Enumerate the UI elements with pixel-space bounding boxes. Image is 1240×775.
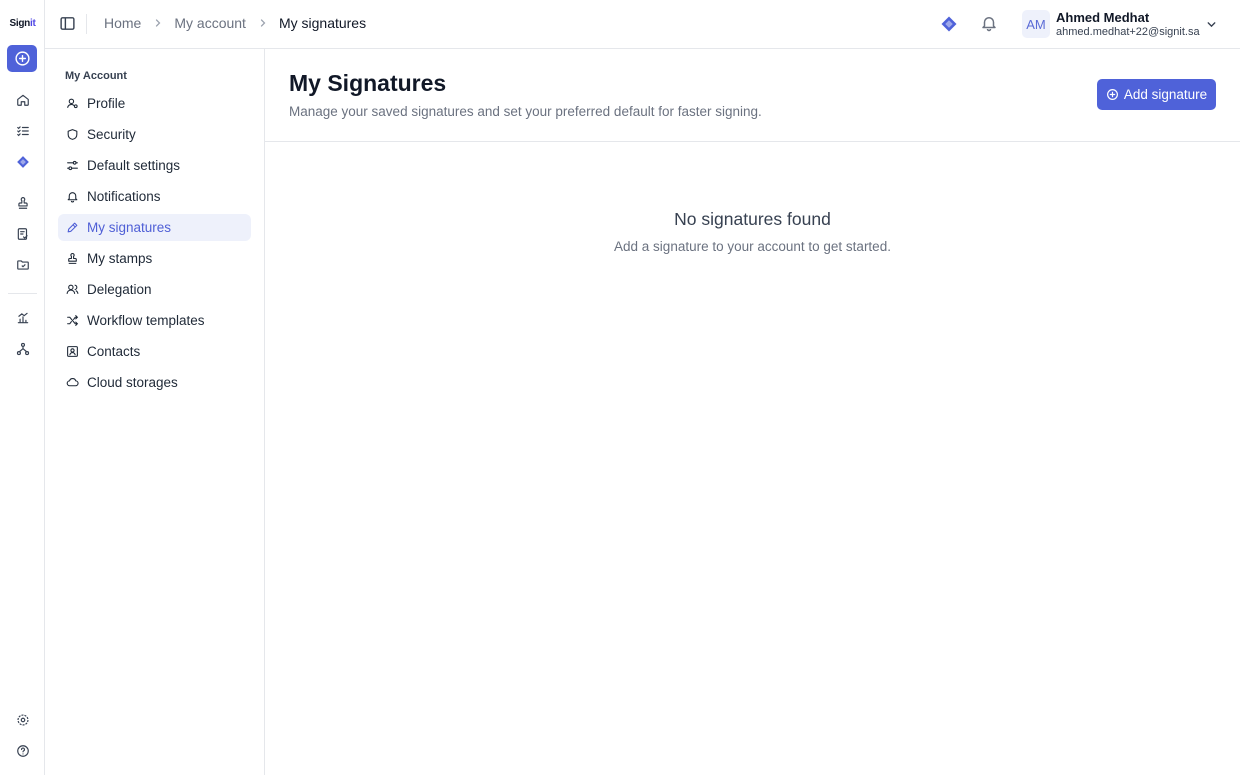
- rail-folders[interactable]: [0, 251, 45, 279]
- sidebar-item-delegation[interactable]: Delegation: [58, 276, 251, 303]
- sidebar-item-profile[interactable]: Profile: [58, 90, 251, 117]
- logo-text: Sign: [9, 17, 31, 29]
- folder-check-icon: [16, 260, 29, 270]
- account-sidebar: My Account Profile Security Default sett…: [45, 49, 265, 775]
- top-bar: Home My account My signatures AM Ahmed M…: [45, 0, 1240, 49]
- pen-icon: [67, 222, 78, 233]
- breadcrumb: Home My account My signatures: [104, 15, 366, 31]
- plus-circle-icon: [1106, 89, 1118, 100]
- sidebar-item-label: Contacts: [87, 344, 141, 359]
- cloud-icon: [66, 378, 79, 387]
- shield-icon: [67, 129, 78, 140]
- rail-tasks[interactable]: [0, 117, 45, 145]
- sidebar-item-notifications[interactable]: Notifications: [58, 183, 251, 210]
- sidebar-item-default-settings[interactable]: Default settings: [58, 152, 251, 179]
- sidebar-item-label: Delegation: [87, 282, 152, 297]
- user-email: ahmed.medhat+22@signit.sa: [1056, 26, 1200, 38]
- sidebar-item-workflow-templates[interactable]: Workflow templates: [58, 307, 251, 334]
- plus-circle-icon: [14, 51, 30, 66]
- main-content: My Signatures Manage your saved signatur…: [265, 49, 1240, 775]
- sidebar-item-my-stamps[interactable]: My stamps: [58, 245, 251, 272]
- sidebar-item-label: Security: [87, 127, 136, 142]
- chevron-down-icon[interactable]: [1205, 18, 1218, 31]
- bell-icon[interactable]: [980, 14, 998, 32]
- chevron-right-icon: [260, 19, 266, 27]
- sidebar-item-label: My signatures: [87, 220, 172, 235]
- page-title: My Signatures: [289, 70, 447, 96]
- sidebar-item-label: Default settings: [87, 158, 181, 173]
- rail-workflows[interactable]: [0, 335, 45, 363]
- new-document-button[interactable]: [7, 45, 37, 72]
- sidebar-item-label: Notifications: [87, 189, 161, 204]
- user-name[interactable]: Ahmed Medhat: [1056, 10, 1149, 25]
- add-signature-label: Add signature: [1123, 87, 1208, 102]
- page-subtitle: Manage your saved signatures and set you…: [289, 104, 762, 119]
- sidebar-item-security[interactable]: Security: [58, 121, 251, 148]
- breadcrumb-my-account[interactable]: My account: [174, 15, 246, 31]
- rail-premium[interactable]: [0, 148, 45, 176]
- tasks-icon: [16, 126, 29, 137]
- user-icon: [67, 98, 78, 109]
- breadcrumb-my-signatures: My signatures: [278, 15, 367, 31]
- shuffle-icon: [67, 315, 79, 326]
- premium-diamond-icon: [16, 156, 29, 168]
- home-icon: [16, 94, 29, 106]
- stamp-icon: [68, 252, 77, 264]
- workflow-icon: [16, 342, 29, 356]
- signit-logo[interactable]: Sign it: [0, 0, 45, 46]
- chart-icon: [17, 312, 28, 324]
- empty-state-text: Add a signature to your account to get s…: [614, 239, 891, 254]
- rail-divider: [8, 293, 37, 294]
- toggles-icon: [67, 160, 78, 171]
- stamp-icon: [17, 197, 28, 209]
- sidebar-item-cloud-storages[interactable]: Cloud storages: [58, 369, 251, 396]
- rail-documents[interactable]: [0, 220, 45, 248]
- users-icon: [66, 284, 79, 294]
- rail-stamps[interactable]: [0, 189, 45, 217]
- account-section-title: My Account: [65, 70, 127, 82]
- logo-accent: it: [29, 17, 36, 29]
- contact-icon: [67, 346, 78, 357]
- bell-icon: [67, 192, 78, 203]
- sidebar-item-label: Profile: [87, 96, 126, 111]
- empty-state-title: No signatures found: [674, 209, 831, 229]
- rail-reports[interactable]: [0, 304, 45, 332]
- avatar[interactable]: AM: [1022, 10, 1050, 38]
- icon-rail: Sign it: [0, 0, 45, 775]
- document-check-icon: [17, 228, 28, 240]
- sidebar-item-contacts[interactable]: Contacts: [58, 338, 251, 365]
- sidebar-item-label: Workflow templates: [87, 313, 205, 328]
- sidebar-item-label: My stamps: [87, 251, 153, 266]
- rail-home[interactable]: [0, 86, 45, 114]
- sidebar-item-my-signatures[interactable]: My signatures: [58, 214, 251, 241]
- breadcrumb-home[interactable]: Home: [104, 15, 141, 31]
- add-signature-button[interactable]: Add signature: [1097, 79, 1216, 110]
- rail-settings[interactable]: [0, 706, 45, 734]
- settings-icon: [16, 714, 29, 726]
- app-root: Sign it Home My account My signatures AM…: [0, 0, 1240, 775]
- chevron-right-icon: [156, 19, 161, 27]
- help-icon: [16, 745, 29, 757]
- page-header: My Signatures Manage your saved signatur…: [265, 49, 1240, 142]
- sidebar-item-label: Cloud storages: [87, 375, 178, 390]
- sidebar-toggle-icon[interactable]: [59, 15, 76, 32]
- premium-diamond-icon[interactable]: [940, 15, 958, 33]
- topbar-divider: [86, 14, 87, 34]
- rail-help[interactable]: [0, 737, 45, 765]
